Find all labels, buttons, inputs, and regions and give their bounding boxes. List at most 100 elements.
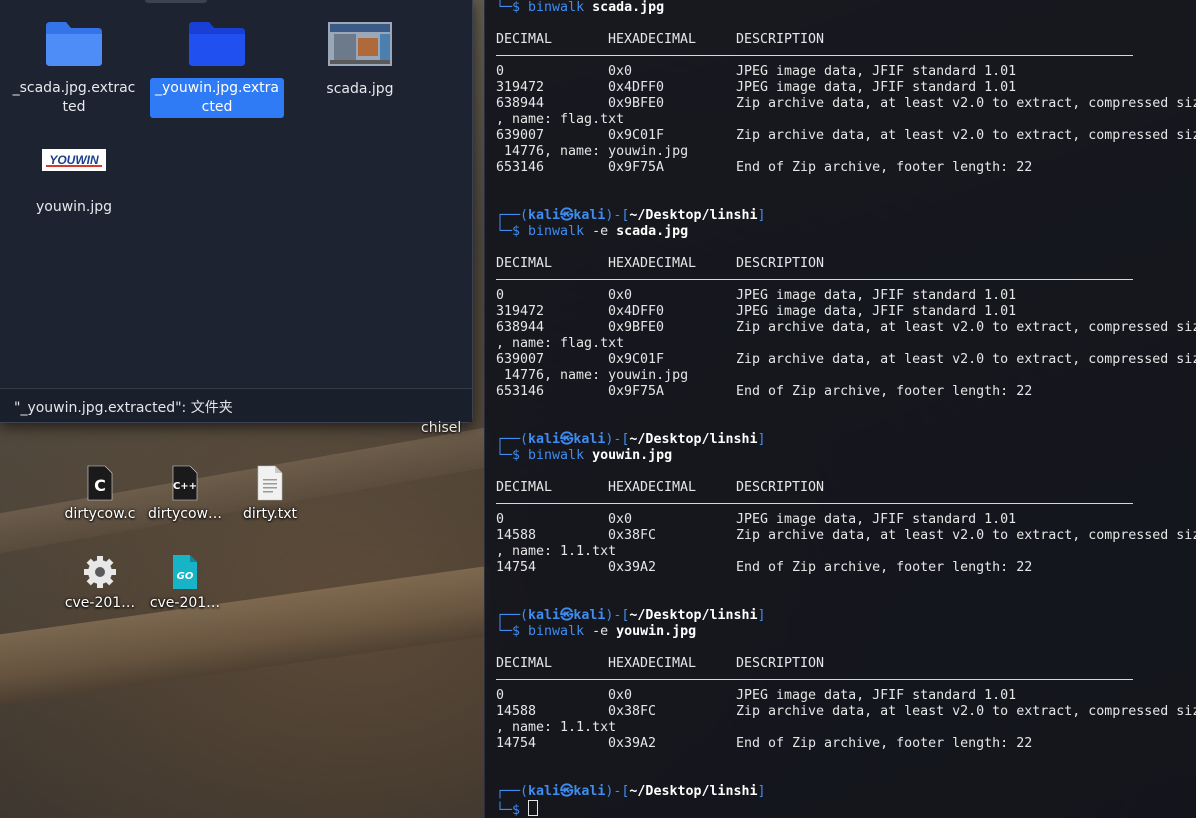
prompt-frame: ] [757,784,766,799]
wrapped-line: 14776, name: youwin.jpg [496,368,688,384]
prompt-frame: )-[ [605,208,630,223]
col-description: Zip archive data, at least v2.0 to extra… [736,320,1196,335]
desktop-item-chisel-label[interactable]: chisel [421,420,461,436]
result-row: 653146 0x9F75A End of Zip archive, footer … [496,384,1032,400]
cpp-glyph: C++ [173,481,197,492]
col-hex: 0x9BFE0 [608,96,665,111]
col-description: DESCRIPTION [736,656,825,671]
desktop-item-label: dirtycow.c [64,506,136,522]
image-thumbnail: YOUWIN [42,149,106,171]
prompt-frame: ┌──( [496,784,529,799]
desktop-item-cve-go[interactable]: GO cve-201… [143,554,227,612]
col-decimal: 14588 [496,704,537,719]
result-row: 0 0x0 JPEG image data, JFIF standard 1.01 [496,288,1016,304]
col-hex: 0x4DFF0 [608,304,665,319]
prompt-frame: ] [757,432,766,447]
file-item-label: scada.jpg [326,81,394,97]
go-glyph: GO [177,571,194,582]
prompt-at-symbol: ㉿ [560,208,574,223]
col-decimal: 319472 [496,304,545,319]
text-file-icon [257,465,283,501]
result-row: 653146 0x9F75A End of Zip archive, footer … [496,160,1032,176]
file-item-scada-jpg[interactable]: scada.jpg [293,20,427,100]
command-name: binwalk [528,0,585,15]
col-decimal: 653146 [496,160,545,175]
col-description: JPEG image data, JFIF standard 1.01 [736,512,1017,527]
prompt-line: ┌──(kali㉿kali)-[~/Desktop/linshi] [496,608,766,624]
wrapped-line: 14776, name: youwin.jpg [496,144,688,160]
command-flag: -e [592,624,609,639]
desktop-item-dirtycow-cpp[interactable]: C++ dirtycow… [143,465,227,523]
col-decimal: 14754 [496,560,537,575]
col-decimal: DECIMAL [496,656,553,671]
cpp-source-icon: C++ [172,465,198,501]
wrapped-line: , name: flag.txt [496,112,624,128]
col-hex: HEXADECIMAL [608,656,697,671]
terminal-window[interactable]: └─$ binwalk scada.jpg DECIMAL HEXADECIMAL D… [484,0,1196,818]
col-decimal: 0 [496,64,505,79]
col-description: DESCRIPTION [736,256,825,271]
command-file: scada.jpg [616,224,689,239]
divider-rule [496,503,1133,504]
file-item-youwin-extracted[interactable]: _youwin.jpg.extracted [150,20,284,118]
col-hex: 0x39A2 [608,560,657,575]
prompt-frame: ] [757,208,766,223]
desktop-item-label: cve-201… [149,595,221,611]
col-description: JPEG image data, JFIF standard 1.01 [736,64,1017,79]
col-hex: 0x9F75A [608,160,665,175]
col-description: End of Zip archive, footer length: 22 [736,736,1033,751]
wrapped-text: , name: 1.1.txt [496,544,617,559]
prompt-user: kali [528,432,561,447]
prompt-user: kali [528,208,561,223]
command-line: └─$ binwalk youwin.jpg [496,448,672,464]
col-decimal: 639007 [496,128,545,143]
prompt-at-symbol: ㉿ [560,784,574,799]
command-line: └─$ binwalk -e scada.jpg [496,224,688,240]
col-description: DESCRIPTION [736,32,825,47]
col-decimal: 0 [496,512,505,527]
command-name: binwalk [528,624,585,639]
command-flag: -e [592,224,609,239]
image-thumbnail [328,22,392,66]
col-hex: 0x4DFF0 [608,80,665,95]
prompt-path: ~/Desktop/linshi [629,432,758,447]
command-name: binwalk [528,448,585,463]
wrapped-text: , name: flag.txt [496,336,625,351]
wrapped-line: , name: 1.1.txt [496,544,616,560]
desktop-item-dirtycow-c[interactable]: C dirtycow.c [58,465,142,523]
col-decimal: 638944 [496,320,545,335]
desktop-item-label: dirty.txt [242,506,298,522]
desktop-item-cve-settings[interactable]: cve-201… [58,554,142,612]
prompt-line: ┌──(kali㉿kali)-[~/Desktop/linshi] [496,208,766,224]
header-row: DECIMAL HEXADECIMAL DESCRIPTION [496,656,824,672]
file-manager-window: _scada.jpg.extracted _youwin.jpg.extract… [0,0,473,423]
file-item-label-selected: _youwin.jpg.extracted [150,78,284,118]
col-description: JPEG image data, JFIF standard 1.01 [736,80,1017,95]
col-decimal: 638944 [496,96,545,111]
col-description: JPEG image data, JFIF standard 1.01 [736,304,1017,319]
file-item-youwin-jpg[interactable]: YOUWIN youwin.jpg [7,138,141,218]
command-file: youwin.jpg [592,448,673,463]
prompt-cmd-prefix: └─$ [496,448,529,463]
col-description: JPEG image data, JFIF standard 1.01 [736,688,1017,703]
col-hex: HEXADECIMAL [608,480,697,495]
col-decimal: DECIMAL [496,256,553,271]
status-bar: "_youwin.jpg.extracted": 文件夹 [0,388,472,422]
col-hex: 0x38FC [608,704,657,719]
prompt-frame: )-[ [605,608,630,623]
youwin-thumb-text: YOUWIN [49,153,99,167]
col-description: Zip archive data, at least v2.0 to extra… [736,352,1196,367]
prompt-host: kali [573,208,606,223]
desktop-item-dirty-txt[interactable]: dirty.txt [228,465,312,523]
col-description: End of Zip archive, footer length: 22 [736,160,1033,175]
col-decimal: DECIMAL [496,480,553,495]
go-file-icon: GO [173,555,197,589]
col-hex: 0x9C01F [608,352,665,367]
status-text: "_youwin.jpg.extracted": 文件夹 [14,400,233,416]
file-item-scada-extracted[interactable]: _scada.jpg.extracted [7,20,141,118]
